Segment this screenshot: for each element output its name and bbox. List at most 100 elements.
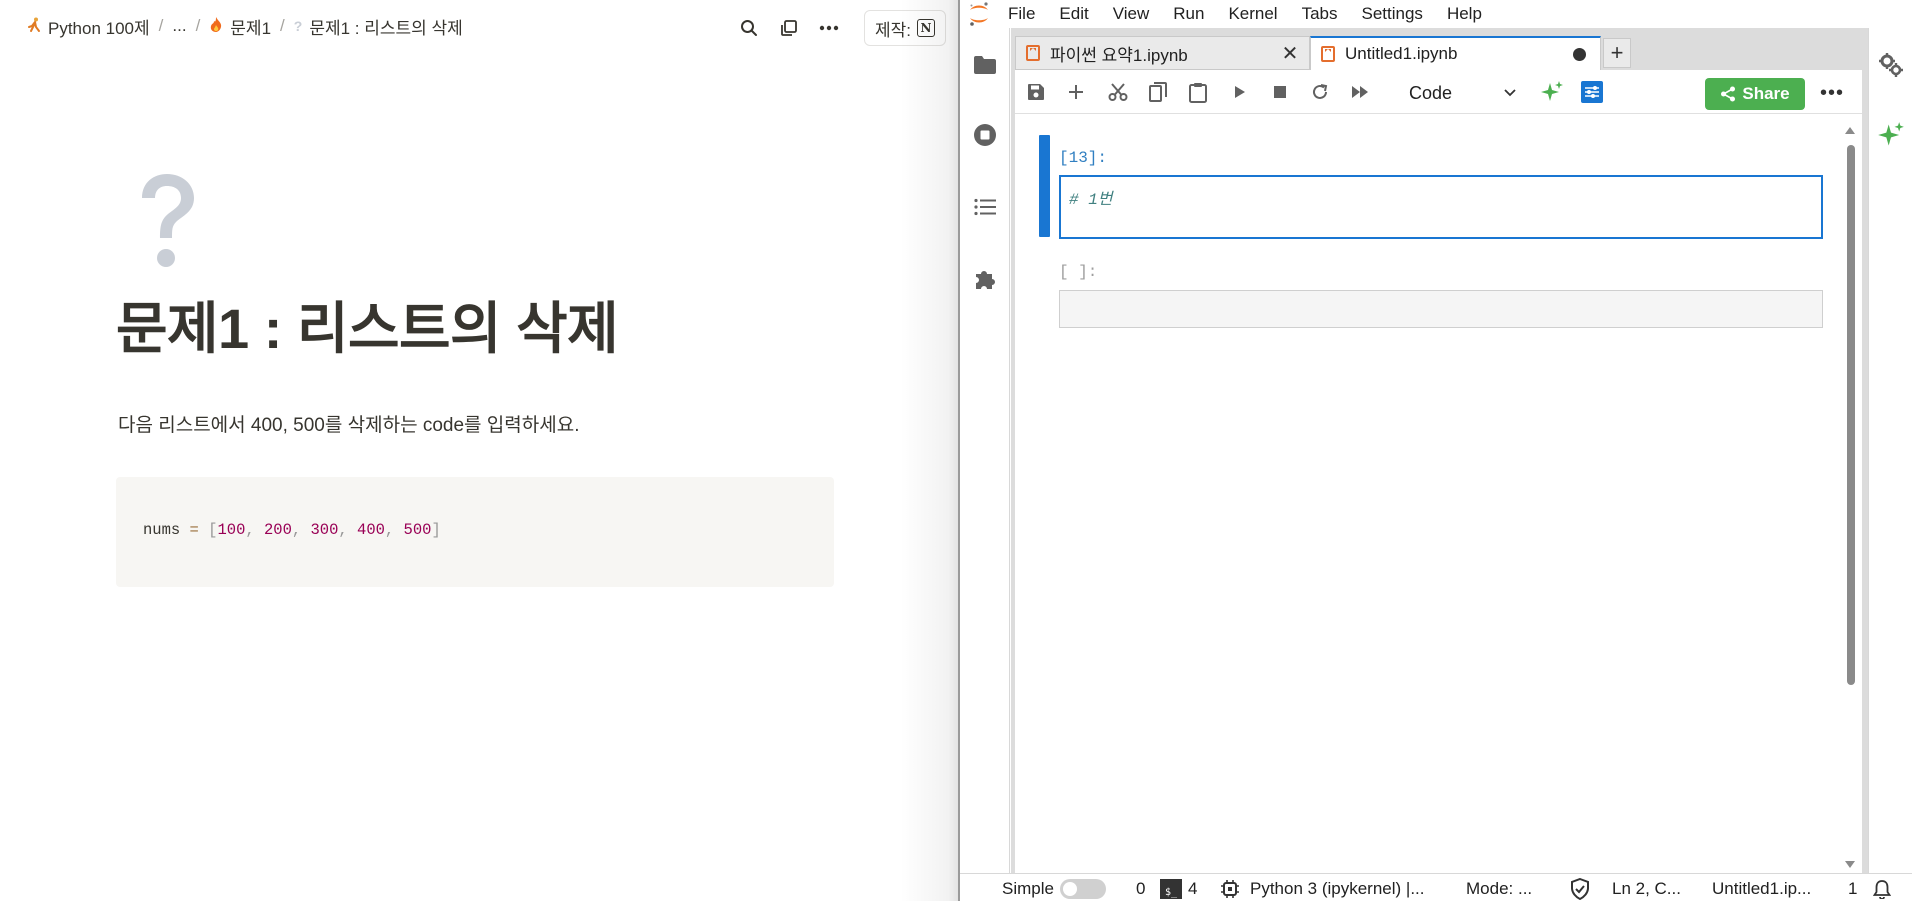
shield-check-icon <box>1571 878 1589 900</box>
terminal-count-value: 4 <box>1188 879 1198 898</box>
restart-run-all-button[interactable] <box>1345 78 1375 106</box>
cursor-position[interactable]: Ln 2, C... <box>1612 878 1681 900</box>
folder-icon <box>974 56 996 74</box>
save-button[interactable] <box>1021 78 1051 106</box>
code-line: nums = [100, 200, 300, 400, 500] <box>143 521 441 539</box>
notion-page: Python 100제 / ... / 문제1 / ? 문제1 : 리스트의 삭… <box>0 0 958 901</box>
more-options-button[interactable] <box>812 13 846 43</box>
menu-bar: File Edit View Run Kernel Tabs Settings … <box>960 0 1912 28</box>
kernel-count-value: 0 <box>1136 879 1146 898</box>
ai-chat-button[interactable] <box>1876 120 1906 150</box>
menu-file[interactable]: File <box>996 0 1047 28</box>
ai-assistant-button[interactable] <box>1537 78 1567 106</box>
duplicate-button[interactable] <box>772 13 806 43</box>
menu-settings[interactable]: Settings <box>1350 0 1435 28</box>
table-of-contents-button[interactable] <box>970 192 1000 222</box>
stop-icon <box>1274 86 1286 98</box>
code-operator: = <box>189 521 199 539</box>
breadcrumb-item-problem1[interactable]: 문제1 <box>206 14 274 39</box>
tab-python-summary[interactable]: 파이썬 요약1.ipynb ✕ <box>1015 36 1310 70</box>
breadcrumb-label: Python 100제 <box>48 18 150 38</box>
property-settings-button[interactable] <box>1876 50 1906 80</box>
window-shadow <box>900 0 960 901</box>
cell-source: # 1번 <box>1069 191 1113 209</box>
insert-cell-button[interactable] <box>1061 78 1091 106</box>
restart-kernel-button[interactable] <box>1305 78 1335 106</box>
page-question-icon[interactable] <box>132 170 202 274</box>
code-number: 200 <box>263 521 292 539</box>
question-icon: ? <box>293 18 303 34</box>
search-button[interactable] <box>732 13 766 43</box>
kernel-status[interactable]: Python 3 (ipykernel) |... <box>1220 878 1425 900</box>
menu-run[interactable]: Run <box>1161 0 1216 28</box>
breadcrumb-item-current[interactable]: ? 문제1 : 리스트의 삭제 <box>291 14 466 39</box>
notebook-toolbar: Code Share ••• <box>1015 70 1862 114</box>
property-inspector-button[interactable] <box>1577 78 1607 106</box>
copy-button[interactable] <box>1143 78 1173 106</box>
kernel-count[interactable]: 0 <box>1136 878 1145 900</box>
new-launcher-button[interactable]: + <box>1603 38 1631 68</box>
share-button[interactable]: Share <box>1705 78 1805 110</box>
jupyterlab-window: File Edit View Run Kernel Tabs Settings … <box>958 0 1912 901</box>
code-block[interactable]: nums = [100, 200, 300, 400, 500] <box>116 477 834 587</box>
current-file[interactable]: Untitled1.ip... <box>1712 878 1811 900</box>
scrollbar-thumb[interactable] <box>1847 145 1855 685</box>
notebook-scrollbar[interactable] <box>1844 125 1856 870</box>
file-value: Untitled1.ip... <box>1712 879 1812 898</box>
fire-icon <box>209 16 223 36</box>
save-icon <box>1028 84 1044 100</box>
cursor-value: Ln 2, C... <box>1612 879 1681 898</box>
menu-tabs[interactable]: Tabs <box>1290 0 1350 28</box>
unsaved-indicator-icon[interactable] <box>1573 48 1586 61</box>
cut-button[interactable] <box>1103 78 1133 106</box>
code-comma: , <box>384 521 404 539</box>
copy-icon <box>1149 82 1167 102</box>
runner-icon <box>27 17 41 36</box>
more-icon <box>819 25 839 31</box>
notification-count[interactable]: 1 <box>1848 878 1892 900</box>
breadcrumb: Python 100제 / ... / 문제1 / ? 문제1 : 리스트의 삭… <box>24 14 466 38</box>
simple-mode-toggle[interactable]: Simple <box>1002 878 1106 900</box>
paste-button[interactable] <box>1183 78 1213 106</box>
toolbar-more-button[interactable]: ••• <box>1815 78 1849 108</box>
code-comma: , <box>338 521 358 539</box>
file-browser-button[interactable] <box>970 50 1000 80</box>
menu-help[interactable]: Help <box>1435 0 1494 28</box>
extension-manager-button[interactable] <box>970 264 1000 294</box>
toggle-switch[interactable] <box>1059 879 1106 899</box>
breadcrumb-item-ellipsis[interactable]: ... <box>169 16 189 36</box>
run-cell-button[interactable] <box>1225 78 1255 106</box>
notebook-cells: [13]: # 1번 [ ]: <box>1015 115 1862 885</box>
scroll-down-icon <box>1845 861 1855 868</box>
notebook-icon <box>1321 46 1335 62</box>
active-cell-indicator[interactable] <box>1039 135 1050 237</box>
code-number: 400 <box>357 521 385 539</box>
status-bar: Simple 0 $_ 4 Python 3 (ipykernel) |... … <box>960 873 1912 901</box>
terminal-count[interactable]: $_ 4 <box>1160 878 1197 900</box>
tab-label: Untitled1.ipynb <box>1345 44 1458 63</box>
trust-indicator[interactable] <box>1570 878 1590 900</box>
notebook-icon <box>1026 45 1040 61</box>
left-sidebar <box>960 28 1010 873</box>
running-kernels-button[interactable] <box>970 120 1000 150</box>
tab-untitled1[interactable]: Untitled1.ipynb <box>1310 36 1601 70</box>
refresh-icon <box>1313 84 1328 99</box>
notebook-mode[interactable]: Mode: ... <box>1466 878 1532 900</box>
share-label: Share <box>1742 84 1790 103</box>
breadcrumb-item-python100[interactable]: Python 100제 <box>24 14 153 39</box>
code-number: 500 <box>403 521 432 539</box>
mode-value: Mode: ... <box>1466 879 1533 898</box>
menu-edit[interactable]: Edit <box>1047 0 1100 28</box>
list-icon <box>974 198 996 216</box>
cell-type-dropdown[interactable]: Code <box>1401 80 1521 106</box>
menu-view[interactable]: View <box>1101 0 1162 28</box>
menu-kernel[interactable]: Kernel <box>1216 0 1289 28</box>
more-icon: ••• <box>1819 81 1844 104</box>
interrupt-kernel-button[interactable] <box>1265 78 1295 106</box>
plus-icon <box>1069 85 1083 99</box>
code-cell-editor[interactable] <box>1059 290 1823 328</box>
cpu-icon <box>1221 880 1239 898</box>
breadcrumb-separator: / <box>158 16 164 35</box>
code-cell-editor[interactable]: # 1번 <box>1059 175 1823 239</box>
close-icon[interactable]: ✕ <box>1279 42 1301 65</box>
